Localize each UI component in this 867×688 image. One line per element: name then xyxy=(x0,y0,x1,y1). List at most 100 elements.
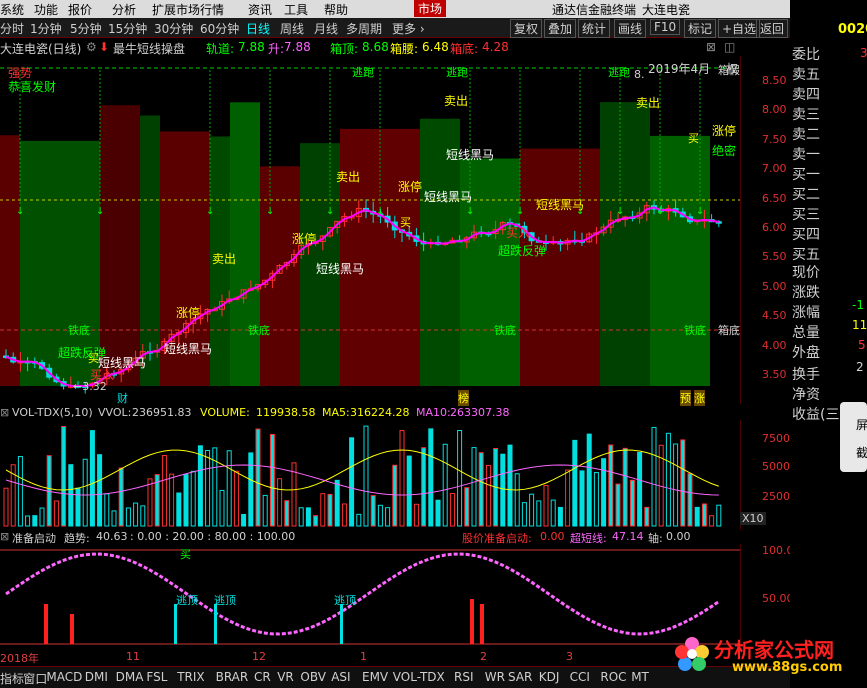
maximize-icon[interactable]: ◫ xyxy=(724,40,735,54)
indicator-tab[interactable]: WR xyxy=(485,670,505,684)
volume-chart-panel[interactable] xyxy=(0,420,740,528)
add-watchlist-button[interactable]: +自选 xyxy=(718,19,761,38)
price-tick: 6.50 xyxy=(762,191,787,205)
volume-bar xyxy=(464,487,470,527)
watermark-url: www.88gs.com xyxy=(732,660,843,675)
biaoji-button[interactable]: 标记 xyxy=(684,19,717,38)
quote-row-label: 卖四 xyxy=(792,87,820,103)
screenshot-button[interactable]: 屏 xyxy=(856,416,867,433)
indicator-chart[interactable] xyxy=(0,544,740,650)
volume-bar xyxy=(205,449,211,527)
indicator-tab[interactable]: CR xyxy=(254,670,271,684)
volume-bar xyxy=(25,515,31,527)
volume-title[interactable]: VOL-TDX(5,10) xyxy=(12,406,93,419)
dark-horse-label: 短线黑马 xyxy=(424,190,473,204)
indicator-tab[interactable]: 指标 xyxy=(0,670,24,687)
volume-bar xyxy=(392,464,398,527)
capture-button[interactable]: 截 xyxy=(856,444,867,461)
vvol-value: 236951.83 xyxy=(132,406,192,419)
indicator-tab[interactable]: VR xyxy=(277,670,294,684)
formula-name[interactable]: 最牛短线操盘 xyxy=(113,40,185,57)
price-chart-panel[interactable]: ↓ ↓ ↓ ↓ ↓ ↓ ↓ ↓ ↓ ↓ ↓ ↓ 强势 恭喜发财 2019年4月 权 逃跑 逃跑 逃跑 … xyxy=(0,56,740,404)
indicator-tab[interactable]: ASI xyxy=(331,670,350,684)
indicator-tab[interactable]: EMV xyxy=(362,670,388,684)
volume-bar xyxy=(320,493,326,527)
quote-row-label: 卖二 xyxy=(792,127,820,143)
zone-band xyxy=(520,148,600,386)
close-panel-icon[interactable]: ⊠ xyxy=(0,530,9,543)
period-tab[interactable]: 月线 xyxy=(314,20,338,37)
volume-bar xyxy=(716,504,722,527)
indicator-chart-panel[interactable]: 逃顶 逃顶 逃顶 买 xyxy=(0,544,740,650)
menu-item-extended-market[interactable]: 扩展市场行情 xyxy=(152,1,224,18)
volume-bar xyxy=(53,500,59,527)
gear-icon[interactable]: ⚙ xyxy=(86,40,97,54)
weibi-value: 3 xyxy=(860,46,867,60)
floating-toolbox[interactable]: 屏 截 xyxy=(840,402,867,472)
volume-bar xyxy=(111,510,117,527)
indicator-tab[interactable]: DMA xyxy=(116,670,144,684)
chevron-right-icon: › xyxy=(419,22,425,36)
down-arrow-icon: ↓ xyxy=(96,206,104,217)
period-tab[interactable]: 多周期 xyxy=(346,20,382,37)
period-tab[interactable]: 30分钟 xyxy=(154,20,193,37)
period-tab[interactable]: 分时 xyxy=(0,20,24,37)
period-tab[interactable]: 15分钟 xyxy=(108,20,147,37)
period-tab[interactable]: 1分钟 xyxy=(30,20,62,37)
back-button[interactable]: 返回 xyxy=(756,19,789,38)
quote-row-label: 涨跌 xyxy=(792,285,820,301)
indicator-tab[interactable]: MT xyxy=(631,670,649,684)
indicator-tab[interactable]: OBV xyxy=(300,670,326,684)
volume-bar xyxy=(39,507,45,527)
volume-bar xyxy=(615,483,621,527)
price-tick: 5.00 xyxy=(762,279,787,293)
indicator-tab[interactable]: VOL-TDX xyxy=(393,670,445,684)
menu-item-market[interactable]: 市场 xyxy=(414,0,447,17)
menu-item-quote[interactable]: 报价 xyxy=(68,1,92,18)
indicator-tab[interactable]: FSL xyxy=(146,670,167,684)
indicator-tab[interactable]: CCI xyxy=(570,670,590,684)
tongji-button[interactable]: 统计 xyxy=(578,19,611,38)
volume-chart[interactable] xyxy=(0,420,740,528)
volume-bar xyxy=(169,473,175,527)
close-panel-icon[interactable]: ⊠ xyxy=(0,406,9,419)
more-dropdown[interactable]: 更多 › xyxy=(392,20,425,37)
quote-row-label: 买二 xyxy=(792,187,820,203)
indicator-tab[interactable]: BRAR xyxy=(216,670,249,684)
period-tab[interactable]: 60分钟 xyxy=(200,20,239,37)
volume-bar xyxy=(356,513,362,527)
volume-bar xyxy=(17,456,23,527)
volume-bar xyxy=(32,515,38,527)
volume-bar xyxy=(370,495,376,527)
indicator-tab[interactable]: DMI xyxy=(85,670,108,684)
indicator-tab[interactable]: ROC xyxy=(600,670,626,684)
close-window-icon[interactable]: ⊠ xyxy=(706,40,716,54)
menu-item-function[interactable]: 功能 xyxy=(34,1,58,18)
indicator-tab[interactable]: MACD xyxy=(46,670,82,684)
outer-value: 5 xyxy=(858,338,866,352)
diejia-button[interactable]: 叠加 xyxy=(544,19,577,38)
volume-bar xyxy=(579,470,585,527)
indicator-tab[interactable]: SAR xyxy=(508,670,532,684)
down-arrow-icon: ↓ xyxy=(16,206,24,217)
f10-button[interactable]: F10 xyxy=(650,19,681,35)
indicator-tab[interactable]: KDJ xyxy=(539,670,560,684)
menu-item-help[interactable]: 帮助 xyxy=(324,1,348,18)
fuquan-button[interactable]: 复权 xyxy=(510,19,543,38)
volume-bar xyxy=(550,499,556,527)
arrow-down-icon[interactable]: ⬇ xyxy=(99,40,109,54)
price-chart[interactable]: ↓ ↓ ↓ ↓ ↓ ↓ ↓ ↓ ↓ ↓ ↓ ↓ xyxy=(0,56,740,404)
huaxian-button[interactable]: 画线 xyxy=(614,19,647,38)
menu-item-system[interactable]: 系统 xyxy=(0,1,24,18)
indicator-tab[interactable]: RSI xyxy=(454,670,474,684)
dark-horse-label: 短线黑马 xyxy=(164,342,213,356)
menu-item-tools[interactable]: 工具 xyxy=(284,1,308,18)
indicator-tab[interactable]: 窗口 xyxy=(23,670,47,687)
menu-item-analysis[interactable]: 分析 xyxy=(112,1,136,18)
menu-item-info[interactable]: 资讯 xyxy=(248,1,272,18)
period-tab[interactable]: 周线 xyxy=(280,20,304,37)
indicator-tab[interactable]: TRIX xyxy=(177,670,204,684)
period-tab-active[interactable]: 日线 xyxy=(246,20,270,37)
period-tab[interactable]: 5分钟 xyxy=(70,20,102,37)
xiangyao-label: 箱腰: xyxy=(390,42,419,56)
